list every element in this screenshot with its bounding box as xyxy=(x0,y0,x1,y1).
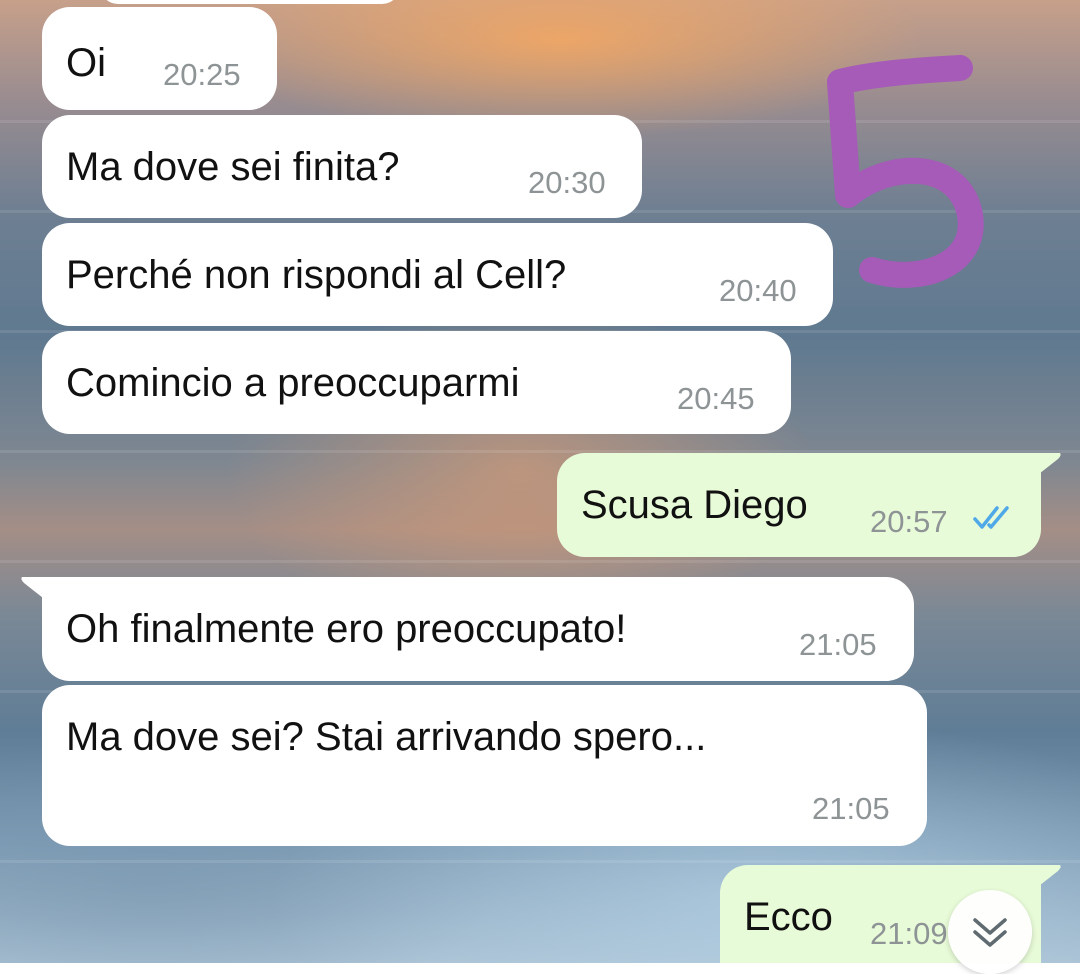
read-ticks-icon xyxy=(973,506,1009,529)
incoming-message-bubble[interactable]: Ma dove sei? Stai arrivando spero... 21:… xyxy=(42,685,927,846)
incoming-message-bubble[interactable]: Comincio a preoccuparmi 20:45 xyxy=(42,331,791,434)
previous-message-bubble[interactable] xyxy=(100,0,400,4)
double-chevron-down-icon xyxy=(973,918,1007,947)
message-text: Comincio a preoccuparmi xyxy=(66,361,520,405)
handwritten-annotation-number xyxy=(827,55,984,288)
scroll-to-bottom-button[interactable] xyxy=(948,890,1032,974)
message-time: 21:05 xyxy=(799,627,877,662)
message-time: 20:40 xyxy=(719,273,797,308)
message-text: Ma dove sei finita? xyxy=(66,145,400,189)
message-time: 21:09 xyxy=(870,916,948,951)
message-text: Ecco xyxy=(744,895,833,939)
message-time: 20:25 xyxy=(163,57,241,92)
message-text: Ma dove sei? Stai arrivando spero... xyxy=(66,715,707,759)
outgoing-message-bubble[interactable]: Scusa Diego 20:57 xyxy=(557,453,1041,557)
incoming-message-bubble[interactable]: Oi 20:25 xyxy=(42,7,277,110)
message-text: Oi xyxy=(66,41,106,85)
message-text: Scusa Diego xyxy=(581,483,808,527)
message-text: Oh finalmente ero preoccupato! xyxy=(66,607,627,651)
message-time: 20:30 xyxy=(528,165,606,200)
message-time: 21:05 xyxy=(812,791,890,826)
wallpaper-wave xyxy=(0,560,1080,563)
message-text: Perché non rispondi al Cell? xyxy=(66,253,567,297)
incoming-message-bubble[interactable]: Ma dove sei finita? 20:30 xyxy=(42,115,642,218)
incoming-message-bubble[interactable]: Oh finalmente ero preoccupato! 21:05 xyxy=(42,577,914,681)
message-time: 20:57 xyxy=(870,504,948,539)
wallpaper-wave xyxy=(0,860,1080,863)
message-time: 20:45 xyxy=(677,381,755,416)
incoming-message-bubble[interactable]: Perché non rispondi al Cell? 20:40 xyxy=(42,223,833,326)
